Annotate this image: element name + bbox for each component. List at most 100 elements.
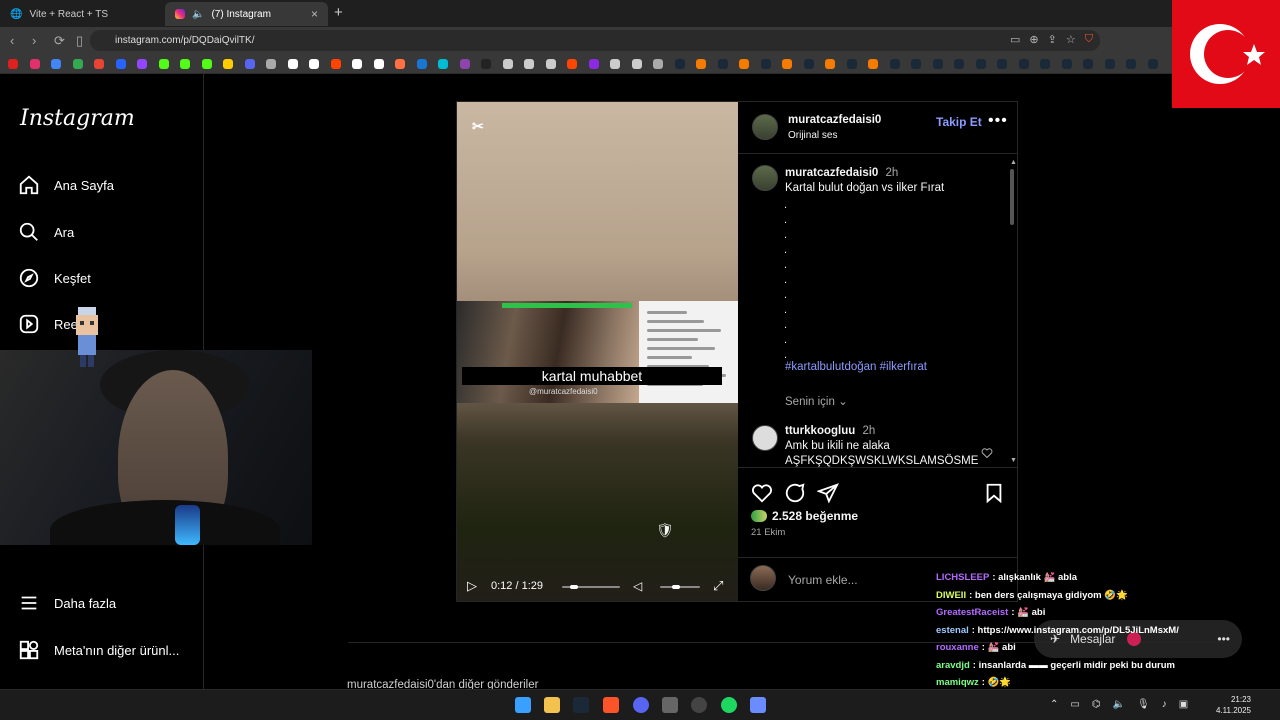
bookmark-item-icon[interactable] xyxy=(180,59,190,69)
cast-icon[interactable]: ▭ xyxy=(1010,33,1020,46)
bookmark-item-icon[interactable] xyxy=(481,59,491,69)
description-author-name[interactable]: muratcazfedaisi0 xyxy=(785,167,878,179)
bookmark-item-icon[interactable] xyxy=(674,59,685,69)
for-you-filter[interactable]: Senin için ⌄ xyxy=(785,394,848,408)
comment-like-icon[interactable] xyxy=(981,447,993,459)
scroll-thumb[interactable] xyxy=(1010,169,1014,225)
bookmark-item-icon[interactable] xyxy=(94,59,104,69)
bookmark-item-icon[interactable] xyxy=(631,59,642,69)
bookmark-item-icon[interactable] xyxy=(1126,59,1136,69)
bookmark-item-icon[interactable] xyxy=(1018,59,1029,69)
bookmark-item-icon[interactable] xyxy=(51,59,61,69)
zoom-icon[interactable]: ⊕ xyxy=(1029,33,1038,46)
audio-label[interactable]: Orijinal ses xyxy=(788,130,837,141)
comment-author-name[interactable]: tturkkoogluu xyxy=(785,425,855,437)
bookmark-item-icon[interactable] xyxy=(352,59,362,69)
network-icon[interactable]: ⌬ xyxy=(1092,699,1101,710)
bookmark-item-icon[interactable] xyxy=(223,59,233,69)
comment-input[interactable]: Yorum ekle... xyxy=(788,573,858,587)
display-icon[interactable]: ▣ xyxy=(1179,699,1188,710)
author-username[interactable]: muratcazfedaisi0 xyxy=(788,114,881,126)
close-tab-icon[interactable]: × xyxy=(311,7,318,21)
video-progress-handle[interactable] xyxy=(569,585,578,589)
more-options-icon[interactable]: ••• xyxy=(988,112,1008,130)
bookmark-item-icon[interactable] xyxy=(438,59,448,69)
sidebar-item-explore[interactable]: Keşfet xyxy=(18,267,91,289)
bookmark-item-icon[interactable] xyxy=(739,59,749,69)
bookmark-item-icon[interactable] xyxy=(158,59,169,69)
file-explorer-icon[interactable] xyxy=(544,697,560,713)
new-tab-button[interactable]: + xyxy=(334,4,343,21)
bookmark-item-icon[interactable] xyxy=(846,59,857,69)
mic-icon[interactable]: 🎙 xyxy=(1137,699,1150,710)
play-icon[interactable]: ▷ xyxy=(467,578,477,594)
bookmark-item-icon[interactable] xyxy=(717,59,728,69)
bookmark-item-icon[interactable] xyxy=(997,59,1007,69)
sidebar-item-reels[interactable]: Ree xyxy=(18,313,78,335)
bookmark-item-icon[interactable] xyxy=(459,59,470,69)
share-icon[interactable]: ⇪ xyxy=(1048,33,1057,46)
bookmark-item-icon[interactable] xyxy=(330,59,341,69)
steam-icon[interactable] xyxy=(573,697,589,713)
app-icon[interactable] xyxy=(662,697,678,713)
comments-scrollbar[interactable]: ▲ ▼ xyxy=(1008,159,1017,464)
reload-icon[interactable]: ⟳ xyxy=(54,33,66,49)
author-avatar[interactable] xyxy=(752,114,778,140)
bookmark-item-icon[interactable] xyxy=(8,59,18,69)
brave-icon[interactable] xyxy=(603,697,619,713)
instagram-logo[interactable]: Instagram xyxy=(20,106,135,131)
bookmark-item-icon[interactable] xyxy=(567,59,577,69)
volume-handle[interactable] xyxy=(672,585,680,589)
bookmark-item-icon[interactable] xyxy=(803,59,814,69)
comment-icon[interactable] xyxy=(784,482,806,504)
bookmark-item-icon[interactable] xyxy=(309,59,319,69)
more-dots-icon[interactable]: ••• xyxy=(1217,632,1230,646)
bookmark-item-icon[interactable] xyxy=(545,59,556,69)
taskbar-clock[interactable]: 21:23 4.11.2025 xyxy=(1216,694,1251,716)
volume-tray-icon[interactable]: 🔈 xyxy=(1113,699,1125,710)
fullscreen-icon[interactable]: ⤢ xyxy=(713,578,723,594)
bookmark-item-icon[interactable] xyxy=(72,59,83,69)
bookmark-item-icon[interactable] xyxy=(1040,59,1050,69)
sidebar-item-meta[interactable]: Meta'nın diğer ürünl... xyxy=(18,639,179,661)
scroll-up-icon[interactable]: ▲ xyxy=(1010,159,1017,166)
bookmark-item-icon[interactable] xyxy=(610,59,620,69)
bookmark-item-icon[interactable] xyxy=(395,59,405,69)
like-icon[interactable] xyxy=(751,482,773,504)
bookmark-item-icon[interactable] xyxy=(696,59,706,69)
bookmark-item-icon[interactable] xyxy=(201,59,212,69)
bookmark-item-icon[interactable] xyxy=(760,59,771,69)
bookmark-item-icon[interactable] xyxy=(29,59,40,69)
bookmark-item-icon[interactable] xyxy=(1061,59,1072,69)
brave-shield-icon[interactable]: ⛉ xyxy=(1085,33,1093,46)
author-avatar[interactable] xyxy=(752,165,778,191)
bookmark-icon[interactable]: ▯ xyxy=(76,33,88,49)
bookmark-item-icon[interactable] xyxy=(137,59,147,69)
bookmark-item-icon[interactable] xyxy=(416,59,427,69)
bookmark-item-icon[interactable] xyxy=(932,59,943,69)
app2-icon[interactable] xyxy=(750,697,766,713)
description-author[interactable]: muratcazfedaisi0 2h xyxy=(785,167,898,179)
windows-start-icon[interactable] xyxy=(515,697,531,713)
bookmark-item-icon[interactable] xyxy=(1104,59,1115,69)
volume-icon[interactable]: ◁ xyxy=(633,579,642,593)
tab-vite[interactable]: 🌐 Vite + React + TS xyxy=(0,2,165,26)
reel-video[interactable]: ✂ kartal muhabbet @muratcazfedaisi0 🛡 ▷ … xyxy=(457,102,738,601)
bookmark-item-icon[interactable] xyxy=(975,59,986,69)
hashtags[interactable]: #kartalbulutdoğan #ilkerfırat xyxy=(785,361,927,373)
bookmark-item-icon[interactable] xyxy=(287,59,298,69)
bookmark-item-icon[interactable] xyxy=(782,59,792,69)
bookmark-item-icon[interactable] xyxy=(911,59,921,69)
bookmark-item-icon[interactable] xyxy=(1147,59,1158,69)
follow-button[interactable]: Takip Et xyxy=(936,115,982,129)
address-input[interactable]: instagram.com/p/DQDaiQvilTK/ xyxy=(90,30,1100,51)
scroll-down-icon[interactable]: ▼ xyxy=(1010,457,1017,464)
discord-icon[interactable] xyxy=(633,697,649,713)
battery-icon[interactable]: ▭ xyxy=(1070,699,1079,710)
bookmark-item-icon[interactable] xyxy=(868,59,878,69)
back-icon[interactable]: ‹ xyxy=(10,33,22,48)
bookmark-item-icon[interactable] xyxy=(1083,59,1093,69)
share-icon[interactable] xyxy=(817,482,839,504)
bookmark-item-icon[interactable] xyxy=(115,59,126,69)
likes-count[interactable]: 2.528 beğenme xyxy=(751,509,858,523)
